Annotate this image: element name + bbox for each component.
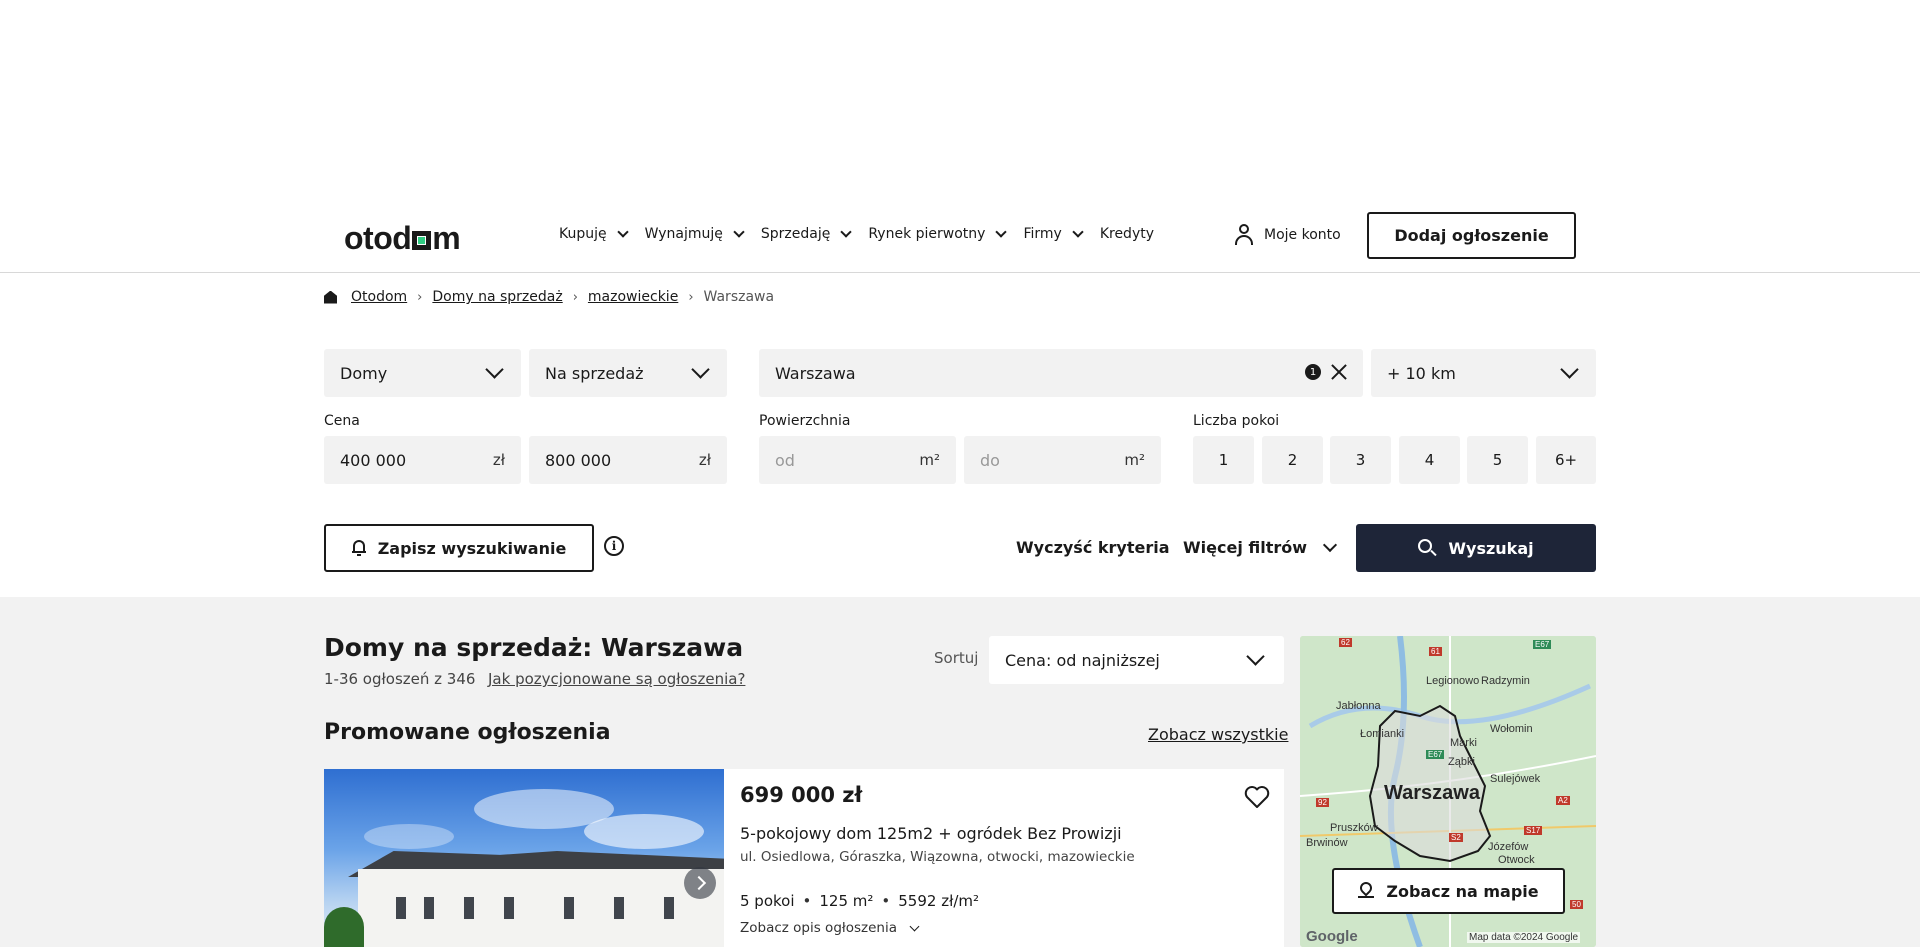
sort-select[interactable]: Cena: od najniższej <box>989 636 1284 684</box>
search-icon <box>1418 539 1438 557</box>
main-nav: Kupuję Wynajmuję Sprzedaję Rynek pierwot… <box>559 225 1154 242</box>
price-max-input[interactable]: 800 000 zł <box>529 436 727 484</box>
map-attribution: Map data ©2024 Google <box>1467 932 1581 943</box>
nav-item-rynek-pierwotny[interactable]: Rynek pierwotny <box>868 225 1008 242</box>
rooms-option-3[interactable]: 3 <box>1330 436 1391 484</box>
site-header: oto d m Kupuję Wynajmuję Sprzedaję Rynek p… <box>0 200 1920 273</box>
chevron-down-icon <box>1322 537 1338 552</box>
add-listing-button[interactable]: Dodaj ogłoszenie <box>1367 212 1576 259</box>
breadcrumb-region[interactable]: mazowieckie <box>588 289 678 305</box>
user-icon <box>1234 224 1254 246</box>
listing-photo[interactable] <box>324 769 724 947</box>
listing-address: ul. Osiedlowa, Góraszka, Wiązowna, otwoc… <box>740 849 1135 865</box>
nav-item-sprzedaje[interactable]: Sprzedaję <box>761 225 853 242</box>
breadcrumb-home[interactable]: Otodom <box>351 289 407 305</box>
price-min-input[interactable]: 400 000 zł <box>324 436 521 484</box>
breadcrumb-separator-icon: › <box>688 289 694 305</box>
promoted-title: Promowane ogłoszenia <box>324 720 611 745</box>
price-label: Cena <box>324 413 360 429</box>
listing-price-per-m2: 5592 zł/m² <box>898 892 980 910</box>
rooms-option-1[interactable]: 1 <box>1193 436 1254 484</box>
listing-price: 699 000 zł <box>740 783 863 807</box>
heart-icon[interactable] <box>1244 785 1270 809</box>
area-min-input[interactable]: od m² <box>759 436 956 484</box>
see-on-map-button[interactable]: Zobacz na mapie <box>1332 868 1565 914</box>
rooms-option-6-plus[interactable]: 6+ <box>1536 436 1596 484</box>
chevron-down-icon <box>733 225 745 238</box>
rooms-option-2[interactable]: 2 <box>1262 436 1323 484</box>
nav-item-firmy[interactable]: Firmy <box>1023 225 1084 242</box>
chevron-down-icon <box>1072 225 1084 238</box>
home-icon <box>324 290 337 304</box>
listing-card[interactable]: 699 000 zł 5-pokojowy dom 125m2 + ogróde… <box>324 769 1284 947</box>
results-section: Domy na sprzedaż: Warszawa 1-36 ogłoszeń… <box>0 597 1920 947</box>
property-type-select[interactable]: Domy <box>324 349 521 397</box>
area-max-input[interactable]: do m² <box>964 436 1161 484</box>
listing-specs: 5 pokoi • 125 m² • 5592 zł/m² <box>740 892 979 910</box>
listing-rooms: 5 pokoi <box>740 892 795 910</box>
listing-title[interactable]: 5-pokojowy dom 125m2 + ogródek Bez Prowi… <box>740 824 1122 843</box>
results-count: 1-36 ogłoszeń z 346 <box>324 670 476 688</box>
map-pin-icon <box>1357 879 1375 900</box>
nav-item-kupuje[interactable]: Kupuję <box>559 225 629 242</box>
chevron-down-icon <box>691 360 710 379</box>
clear-criteria-button[interactable]: Wyczyść kryteria <box>1016 538 1170 557</box>
map-preview[interactable]: Legionowo Radzymin Jabłonna Łomianki Mar… <box>1300 636 1596 947</box>
ad-space <box>0 0 1920 200</box>
show-description-toggle[interactable]: Zobacz opis ogłoszenia <box>740 920 920 936</box>
my-account-link[interactable]: Moje konto <box>1234 224 1341 246</box>
location-input[interactable]: Warszawa 1 <box>759 349 1363 397</box>
radius-select[interactable]: + 10 km <box>1371 349 1596 397</box>
rooms-option-4[interactable]: 4 <box>1399 436 1460 484</box>
search-button[interactable]: Wyszukaj <box>1356 524 1596 572</box>
listing-area: 125 m² <box>819 892 874 910</box>
clear-location-icon[interactable] <box>1329 362 1349 382</box>
info-icon[interactable]: i <box>604 536 624 556</box>
chevron-down-icon <box>616 225 629 238</box>
transaction-type-select[interactable]: Na sprzedaż <box>529 349 727 397</box>
location-count-badge: 1 <box>1305 364 1321 380</box>
rooms-option-5[interactable]: 5 <box>1467 436 1528 484</box>
next-photo-button[interactable] <box>684 867 716 899</box>
map-city-label: Warszawa <box>1384 782 1480 804</box>
nav-item-wynajmuje[interactable]: Wynajmuję <box>645 225 745 242</box>
area-label: Powierzchnia <box>759 413 851 429</box>
results-title: Domy na sprzedaż: Warszawa <box>324 633 744 662</box>
separator-dot: • <box>802 892 812 910</box>
rooms-label: Liczba pokoi <box>1193 413 1280 429</box>
ranking-info-link[interactable]: Jak pozycjonowane są ogłoszenia? <box>488 670 745 688</box>
see-all-link[interactable]: Zobacz wszystkie <box>1148 725 1288 744</box>
nav-item-kredyty[interactable]: Kredyty <box>1100 226 1154 242</box>
chevron-down-icon <box>1560 360 1579 379</box>
bell-icon <box>351 540 366 556</box>
chevron-down-icon <box>840 225 853 238</box>
chevron-down-icon <box>485 360 504 379</box>
separator-dot: • <box>881 892 891 910</box>
chevron-down-icon <box>909 921 920 931</box>
breadcrumb-separator-icon: › <box>417 289 423 305</box>
sort-label: Sortuj <box>934 649 979 667</box>
breadcrumb-houses-for-sale[interactable]: Domy na sprzedaż <box>432 289 562 305</box>
breadcrumb-separator-icon: › <box>572 289 578 305</box>
chevron-down-icon <box>1246 647 1265 666</box>
google-logo: Google <box>1306 928 1358 945</box>
breadcrumb: Otodom › Domy na sprzedaż › mazowieckie … <box>324 289 774 305</box>
breadcrumb-current: Warszawa <box>703 289 775 305</box>
otodom-logo[interactable]: oto d m <box>344 220 461 257</box>
chevron-down-icon <box>995 225 1008 238</box>
more-filters-button[interactable]: Więcej filtrów <box>1183 537 1338 557</box>
save-search-button[interactable]: Zapisz wyszukiwanie <box>324 524 594 572</box>
